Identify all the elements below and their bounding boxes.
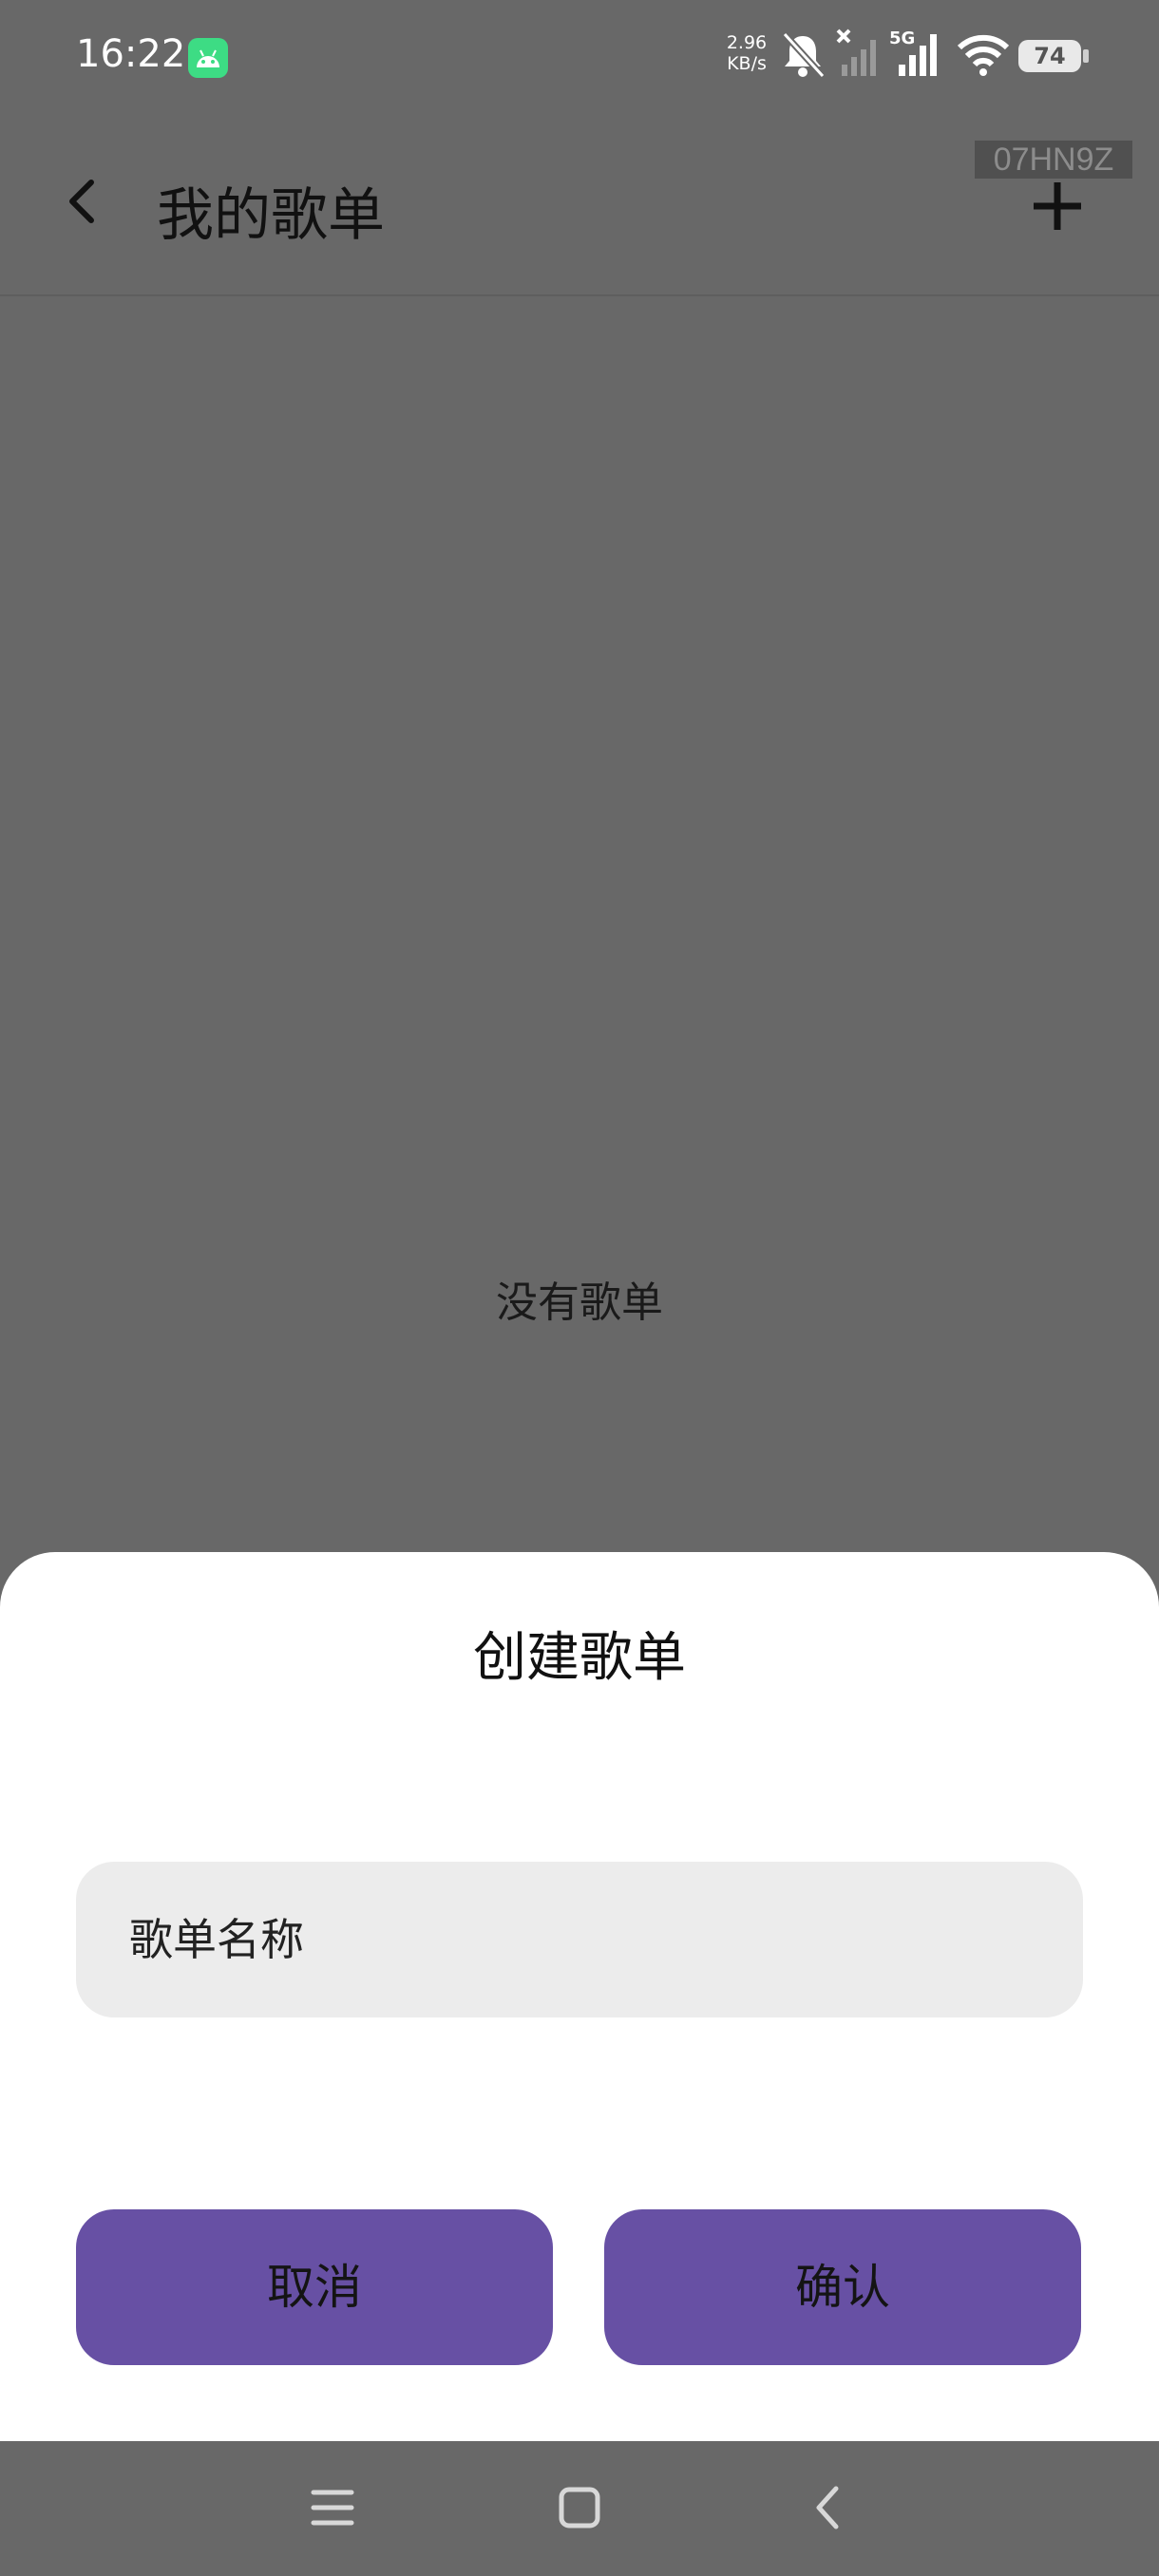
status-bar: 16:22 2.96 KB/s 5G 74 — [0, 0, 1159, 114]
navigation-bar — [0, 2441, 1159, 2576]
home-icon[interactable] — [557, 2483, 602, 2532]
network-speed: 2.96 KB/s — [726, 32, 768, 74]
empty-state-message: 没有歌单 — [496, 1279, 663, 1327]
plus-icon[interactable] — [1026, 175, 1089, 237]
menu-icon[interactable] — [310, 2483, 355, 2532]
confirm-button[interactable]: 确认 — [604, 2209, 1081, 2365]
battery-level: 74 — [1034, 43, 1066, 69]
wifi-icon — [957, 34, 1010, 76]
android-notification-icon — [188, 38, 228, 78]
bell-muted-icon — [782, 31, 826, 79]
create-playlist-dialog: 创建歌单 取消 确认 — [0, 1552, 1159, 2441]
network-speed-value: 2.96 — [726, 32, 768, 53]
signal-no-sim-icon — [836, 28, 876, 76]
dialog-title: 创建歌单 — [473, 1627, 686, 1689]
cancel-button[interactable]: 取消 — [76, 2209, 553, 2365]
page-title: 我的歌单 — [157, 182, 385, 249]
playlist-name-input[interactable] — [76, 1862, 1083, 2017]
top-app-bar: 我的歌单 07HN9Z — [0, 114, 1159, 296]
back-arrow-icon[interactable] — [55, 173, 112, 230]
network-speed-unit: KB/s — [727, 53, 767, 74]
screen: 16:22 2.96 KB/s 5G 74 我的歌单 07HN9Z 没有歌单 创… — [0, 0, 1159, 2576]
battery-cap — [1083, 49, 1089, 63]
battery-icon: 74 — [1018, 40, 1081, 72]
device-tag: 07HN9Z — [975, 141, 1132, 179]
network-type: 5G — [889, 28, 916, 48]
status-time: 16:22 — [76, 32, 186, 76]
back-icon[interactable] — [806, 2483, 851, 2532]
